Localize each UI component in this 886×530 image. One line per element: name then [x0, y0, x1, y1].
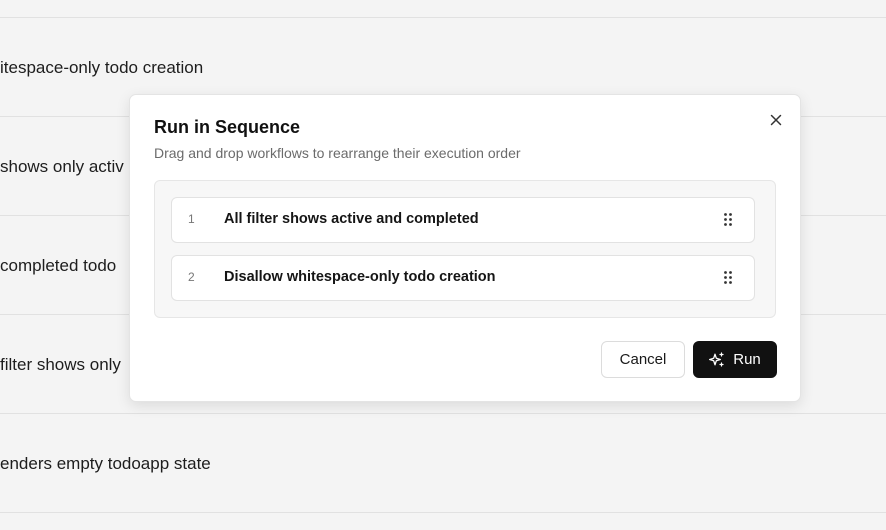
close-icon: [770, 114, 782, 126]
sequence-item-label: Disallow whitespace-only todo creation: [224, 269, 496, 285]
sequence-item-number: 1: [188, 212, 195, 226]
dialog-subtitle: Drag and drop workflows to rearrange the…: [154, 145, 521, 161]
sequence-list: 1 All filter shows active and completed …: [154, 180, 776, 318]
sequence-item-number: 2: [188, 270, 195, 284]
run-in-sequence-dialog: Run in Sequence Drag and drop workflows …: [129, 94, 801, 402]
cancel-button[interactable]: Cancel: [601, 341, 685, 378]
sequence-item[interactable]: 2 Disallow whitespace-only todo creation: [171, 255, 755, 301]
sequence-item-label: All filter shows active and completed: [224, 211, 479, 227]
sequence-item[interactable]: 1 All filter shows active and completed: [171, 197, 755, 243]
drag-handle-icon[interactable]: [723, 270, 733, 286]
drag-handle-icon[interactable]: [723, 212, 733, 228]
close-button[interactable]: [766, 110, 786, 130]
run-button[interactable]: Run: [693, 341, 777, 378]
run-button-label: Run: [733, 351, 761, 368]
dialog-title: Run in Sequence: [154, 117, 301, 137]
sparkles-icon: [709, 351, 724, 367]
